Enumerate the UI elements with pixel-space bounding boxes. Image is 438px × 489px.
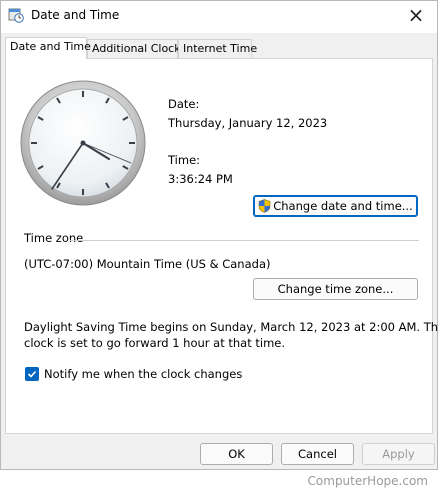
- tab-panel: Date: Thursday, January 12, 2023 Time: 3…: [5, 58, 438, 434]
- notify-label[interactable]: Notify me when the clock changes: [44, 367, 242, 381]
- window-title: Date and Time: [31, 8, 120, 22]
- tab-date-and-time[interactable]: Date and Time: [5, 37, 91, 59]
- date-value: Thursday, January 12, 2023: [168, 116, 328, 130]
- dst-text-line1: Daylight Saving Time begins on Sunday, M…: [24, 320, 438, 334]
- cancel-button[interactable]: Cancel: [281, 443, 354, 465]
- ok-button[interactable]: OK: [200, 443, 273, 465]
- change-date-time-button[interactable]: Change date and time...: [253, 195, 418, 217]
- time-label: Time:: [168, 153, 201, 167]
- watermark: ComputerHope.com: [307, 474, 428, 488]
- checkmark-icon: [27, 370, 37, 378]
- time-zone-heading: Time zone: [24, 231, 84, 245]
- analog-clock: [20, 80, 146, 206]
- apply-button[interactable]: Apply: [362, 443, 435, 465]
- date-time-dialog: Date and Time × Date and Time Additional…: [0, 0, 438, 470]
- tab-additional-clocks[interactable]: Additional Clocks: [87, 39, 186, 58]
- close-icon[interactable]: ×: [403, 3, 429, 27]
- change-date-time-label: Change date and time...: [273, 199, 413, 213]
- change-time-zone-button[interactable]: Change time zone...: [253, 278, 418, 300]
- tab-internet-time[interactable]: Internet Time: [178, 39, 257, 58]
- time-value: 3:36:24 PM: [168, 172, 233, 186]
- title-bar: Date and Time ×: [1, 1, 437, 33]
- date-time-icon: [8, 8, 24, 23]
- dst-text-line2: clock is set to go forward 1 hour at tha…: [24, 336, 286, 350]
- uac-shield-icon: [258, 199, 271, 213]
- time-zone-divider: [70, 240, 419, 241]
- date-label: Date:: [168, 97, 200, 111]
- notify-checkbox[interactable]: [25, 367, 39, 381]
- time-zone-value: (UTC-07:00) Mountain Time (US & Canada): [24, 257, 271, 271]
